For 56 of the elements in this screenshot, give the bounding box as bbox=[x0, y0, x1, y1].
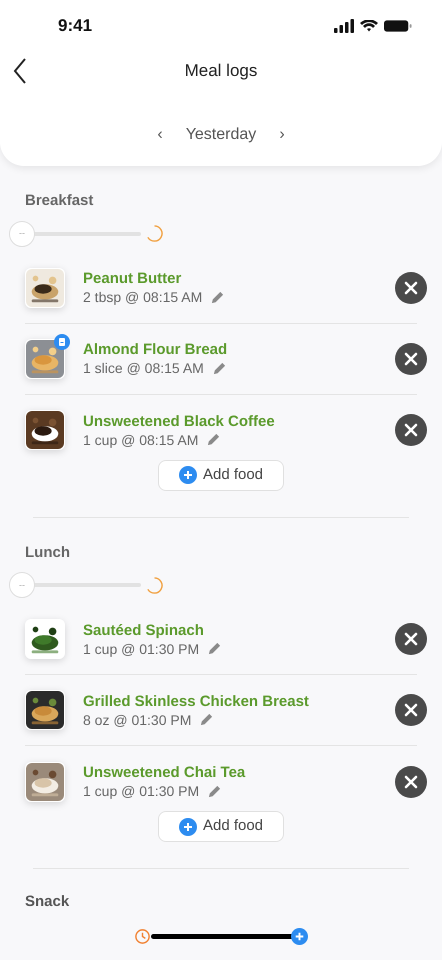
food-detail: 1 cup @ 01:30 PM bbox=[83, 782, 200, 800]
remove-button[interactable] bbox=[395, 414, 427, 446]
loading-icon bbox=[145, 224, 164, 243]
date-label: Yesterday bbox=[184, 125, 258, 145]
food-detail: 8 oz @ 01:30 PM bbox=[83, 710, 192, 728]
food-name[interactable]: Peanut Butter bbox=[83, 269, 395, 288]
close-icon bbox=[403, 774, 419, 790]
plus-icon bbox=[178, 466, 197, 484]
food-name[interactable]: Sautéed Spinach bbox=[83, 620, 395, 640]
loading-icon bbox=[145, 576, 164, 594]
pencil-icon[interactable] bbox=[207, 641, 222, 656]
pencil-icon[interactable] bbox=[207, 784, 222, 798]
remove-button[interactable] bbox=[395, 766, 427, 798]
close-icon bbox=[403, 422, 419, 438]
back-icon[interactable] bbox=[13, 58, 27, 84]
pencil-icon[interactable] bbox=[206, 432, 222, 447]
food-name[interactable]: Grilled Skinless Chicken Breast bbox=[83, 692, 395, 710]
add-food-button[interactable]: Add food bbox=[158, 460, 284, 490]
remove-button[interactable] bbox=[395, 623, 427, 655]
close-icon bbox=[403, 280, 419, 296]
food-detail: 1 cup @ 01:30 PM bbox=[83, 640, 200, 658]
section-title: Lunch bbox=[25, 542, 71, 562]
clock-icon[interactable] bbox=[134, 928, 151, 944]
page-title: Meal logs bbox=[184, 60, 258, 82]
plus-icon[interactable] bbox=[291, 928, 308, 944]
slider-thumb[interactable]: -- bbox=[9, 572, 35, 598]
pencil-icon[interactable] bbox=[199, 712, 214, 727]
food-name[interactable]: Unsweetened Black Coffee bbox=[83, 412, 395, 430]
slider-value: -- bbox=[19, 580, 25, 590]
remove-button[interactable] bbox=[395, 694, 427, 726]
close-icon bbox=[403, 350, 419, 366]
section-title: Breakfast bbox=[25, 191, 94, 211]
status-time: 9:41 bbox=[58, 15, 92, 38]
remove-button[interactable] bbox=[395, 272, 427, 304]
pencil-icon[interactable] bbox=[210, 290, 226, 304]
food-detail: 1 slice @ 08:15 AM bbox=[83, 359, 204, 377]
food-name[interactable]: Almond Flour Bread bbox=[83, 340, 395, 359]
battery-icon bbox=[384, 20, 412, 32]
wifi-icon bbox=[360, 20, 378, 32]
slider[interactable]: -- bbox=[9, 572, 141, 598]
slider-thumb[interactable]: -- bbox=[9, 220, 35, 246]
add-food-button[interactable]: Add food bbox=[158, 811, 284, 842]
food-name[interactable]: Unsweetened Chai Tea bbox=[83, 763, 395, 782]
plus-icon bbox=[178, 818, 197, 836]
pencil-icon[interactable] bbox=[212, 360, 227, 376]
next-day-button[interactable]: › bbox=[272, 123, 292, 147]
close-icon bbox=[403, 702, 419, 718]
signal-icon bbox=[334, 18, 354, 34]
food-detail: 2 tbsp @ 08:15 AM bbox=[83, 288, 202, 306]
slider-value: -- bbox=[19, 229, 25, 238]
remove-button[interactable] bbox=[395, 342, 427, 374]
food-detail: 1 cup @ 08:15 AM bbox=[83, 430, 198, 448]
slider[interactable]: -- bbox=[9, 220, 141, 246]
section-title: Snack bbox=[25, 892, 70, 912]
close-icon bbox=[403, 631, 419, 647]
previous-day-button[interactable]: ‹ bbox=[150, 123, 170, 147]
